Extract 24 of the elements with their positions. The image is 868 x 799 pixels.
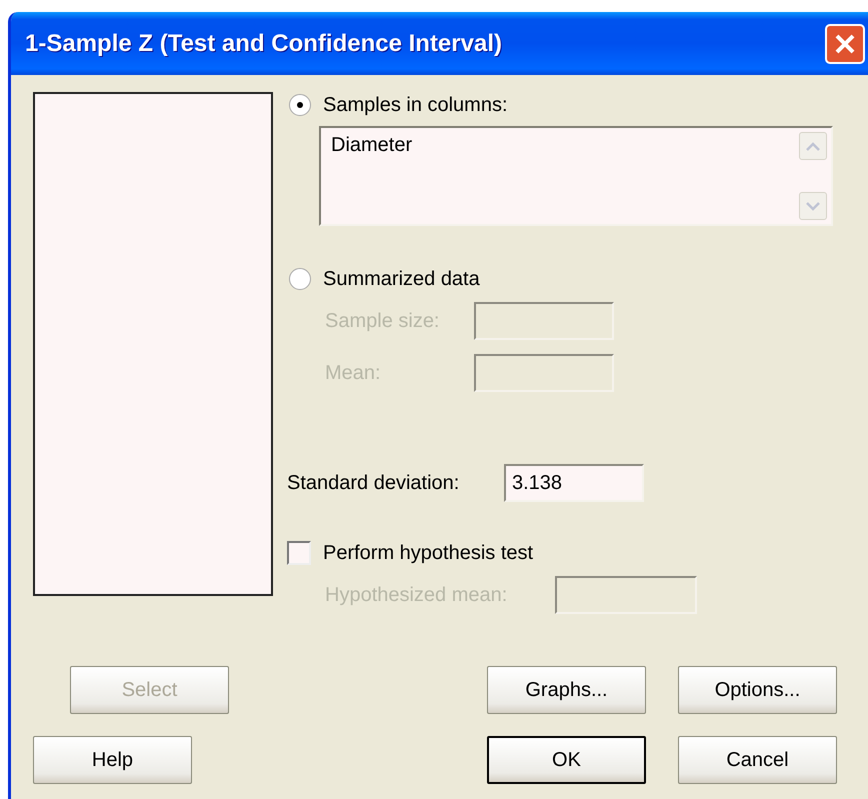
input-field[interactable] [474, 354, 614, 392]
variable-list[interactable] [33, 92, 273, 596]
window-title: 1-Sample Z (Test and Confidence Interval) [25, 30, 502, 58]
checkbox-label: Perform hypothesis test [323, 542, 534, 564]
field-value: 3.138 [512, 472, 562, 494]
options-button[interactable]: Options... [678, 666, 837, 714]
ok-button[interactable]: OK [487, 736, 646, 784]
radio-label: Samples in columns: [323, 94, 508, 116]
close-button[interactable] [825, 24, 865, 64]
field-label: Standard deviation: [287, 472, 460, 494]
chevron-down-icon [806, 202, 820, 210]
radio-label: Summarized data [323, 268, 480, 290]
close-icon [833, 32, 857, 56]
chevron-up-icon [806, 142, 820, 150]
help-button[interactable]: Help [33, 736, 192, 784]
cancel-button[interactable]: Cancel [678, 736, 837, 784]
radio-button[interactable] [289, 94, 311, 116]
input-field[interactable]: 3.138 [504, 464, 644, 502]
radio-button[interactable] [289, 268, 311, 290]
column-entry: Diameter [331, 134, 412, 157]
checkbox[interactable] [287, 541, 311, 565]
graphs-button[interactable]: Graphs... [487, 666, 646, 714]
input-field[interactable] [555, 576, 697, 614]
input-field[interactable] [474, 302, 614, 340]
